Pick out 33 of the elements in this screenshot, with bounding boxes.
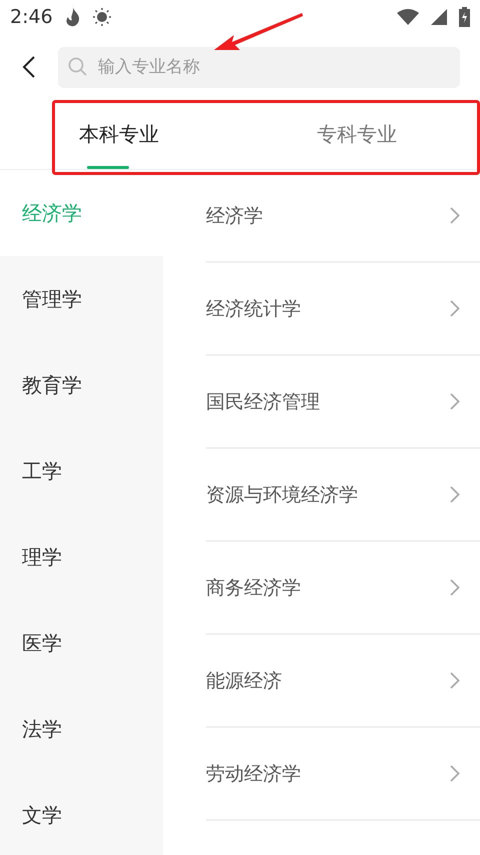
chevron-icon bbox=[450, 486, 460, 503]
chevron-icon bbox=[450, 672, 460, 689]
chevron-icon bbox=[450, 765, 460, 782]
wifi-icon bbox=[397, 9, 419, 25]
major-name: 经济学 bbox=[206, 204, 263, 228]
tab[interactable]: 本科专业 bbox=[55, 100, 265, 169]
category-item[interactable]: 理学 bbox=[0, 514, 163, 600]
category-item[interactable]: 管理学 bbox=[0, 256, 163, 342]
chevron-icon bbox=[450, 207, 460, 224]
back-icon[interactable] bbox=[22, 56, 36, 78]
signal-icon bbox=[431, 9, 447, 25]
category-item[interactable]: 法学 bbox=[0, 686, 163, 772]
sun-icon bbox=[92, 8, 111, 26]
major-name: 资源与环境经济学 bbox=[206, 482, 358, 508]
chevron-icon bbox=[450, 579, 460, 596]
chevron-icon bbox=[450, 300, 460, 317]
major-name: 经济统计学 bbox=[206, 296, 301, 322]
category-item[interactable]: 医学 bbox=[0, 600, 163, 686]
major-name: 国民经济管理 bbox=[206, 390, 320, 414]
major-name: 能源经济 bbox=[206, 668, 282, 694]
chevron-icon bbox=[450, 393, 460, 410]
flame-icon bbox=[64, 7, 81, 27]
tab-indicator bbox=[87, 166, 129, 169]
category-item[interactable]: 教育学 bbox=[0, 342, 163, 428]
battery-icon bbox=[459, 7, 470, 27]
major-name: 商务经济学 bbox=[206, 576, 301, 600]
search-field[interactable]: 输入专业名称 bbox=[58, 46, 460, 88]
status-time: 2:46 bbox=[10, 6, 53, 28]
category-item[interactable]: 工学 bbox=[0, 428, 163, 514]
major-name: 劳动经济学 bbox=[206, 762, 301, 786]
category-item[interactable]: 文学 bbox=[0, 772, 163, 855]
tab[interactable]: 专科专业 bbox=[265, 100, 475, 169]
search-icon bbox=[68, 56, 88, 76]
